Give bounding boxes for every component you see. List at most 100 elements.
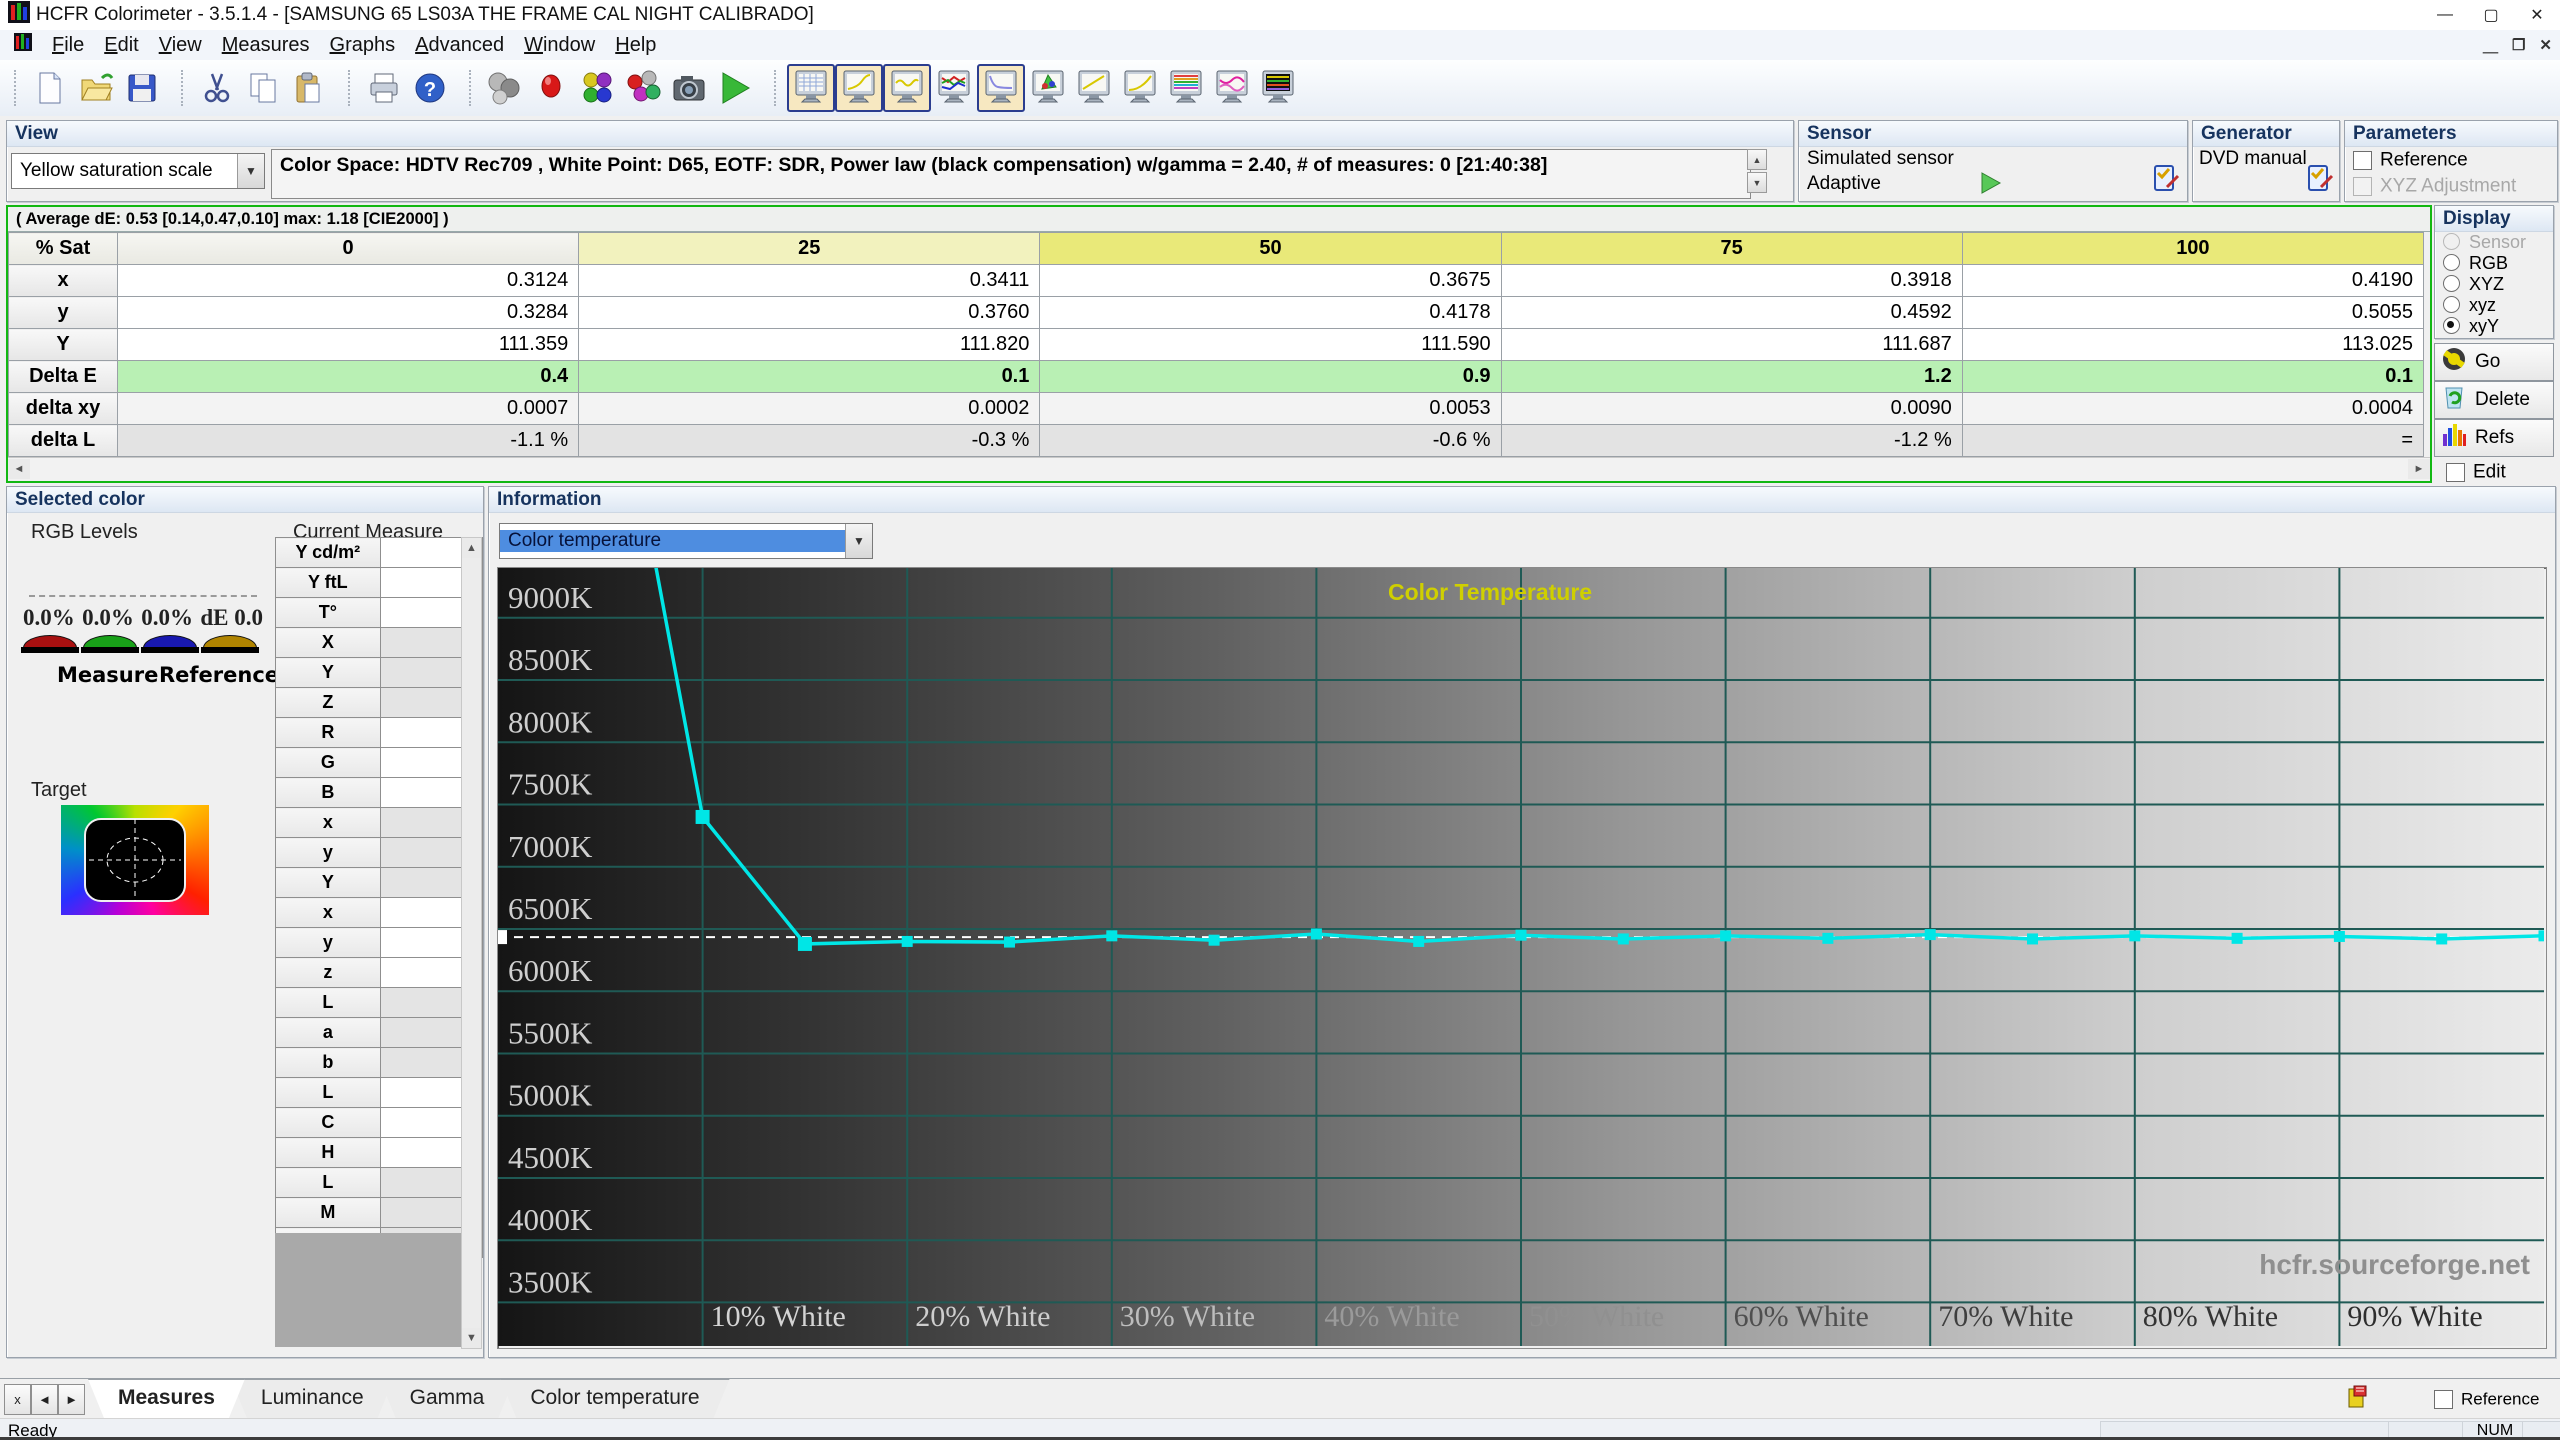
- radio-icon[interactable]: [2443, 296, 2460, 313]
- tab-measures[interactable]: Measures: [88, 1379, 245, 1418]
- tab-gamma[interactable]: Gamma: [380, 1379, 515, 1418]
- grid-cell[interactable]: 0.4592: [1501, 297, 1962, 329]
- radio-icon[interactable]: [2443, 254, 2460, 271]
- view-response-icon[interactable]: [1209, 65, 1255, 111]
- graph-type-select[interactable]: Color temperature ▼: [499, 523, 873, 559]
- paste-icon[interactable]: [286, 65, 332, 111]
- cut-icon[interactable]: [194, 65, 240, 111]
- grid-cell[interactable]: 111.359: [118, 329, 579, 361]
- grid-cell[interactable]: -0.3 %: [579, 425, 1040, 457]
- radio-icon[interactable]: [2443, 275, 2460, 292]
- display-option-rgb[interactable]: RGB: [2435, 253, 2553, 274]
- grid-cell[interactable]: 111.590: [1040, 329, 1501, 361]
- grid-cell[interactable]: 0.4: [118, 361, 579, 393]
- grid-cell[interactable]: 0.0007: [118, 393, 579, 425]
- print-icon[interactable]: [361, 65, 407, 111]
- grid-cell[interactable]: 0.3124: [118, 265, 579, 297]
- tab-next-icon[interactable]: ►: [58, 1384, 85, 1415]
- new-document-icon[interactable]: [27, 65, 73, 111]
- close-button[interactable]: ✕: [2514, 0, 2560, 30]
- menu-help[interactable]: Help: [605, 31, 666, 60]
- sensor-config-icon[interactable]: [2151, 163, 2181, 199]
- grid-col-header-0[interactable]: 0: [118, 233, 579, 265]
- grid-cell[interactable]: 0.3675: [1040, 265, 1501, 297]
- menu-graphs[interactable]: Graphs: [320, 31, 406, 60]
- menu-advanced[interactable]: Advanced: [405, 31, 514, 60]
- run-measures-icon[interactable]: [712, 65, 758, 111]
- sensor-calibrate-icon[interactable]: [482, 65, 528, 111]
- mdi-restore-button[interactable]: ❐: [2512, 36, 2525, 54]
- display-option-xyy[interactable]: xyY: [2435, 316, 2553, 337]
- help-icon[interactable]: ?: [407, 65, 453, 111]
- scale-select[interactable]: Yellow saturation scale ▼: [11, 153, 265, 189]
- spinner-up-icon[interactable]: ▲: [1747, 149, 1767, 170]
- grid-cell[interactable]: =: [1962, 425, 2423, 457]
- scroll-down-icon[interactable]: ▼: [462, 1328, 481, 1348]
- grid-cell[interactable]: 0.1: [579, 361, 1040, 393]
- grid-cell[interactable]: 0.0002: [579, 393, 1040, 425]
- menu-view[interactable]: View: [149, 31, 212, 60]
- measures-table[interactable]: % Sat0255075100x0.31240.34110.36750.3918…: [8, 232, 2424, 457]
- view-saturation-icon[interactable]: [1163, 65, 1209, 111]
- view-cie-chart-icon[interactable]: [1025, 65, 1071, 111]
- grid-cell[interactable]: 1.2: [1501, 361, 1962, 393]
- view-luminance-icon[interactable]: [835, 64, 883, 112]
- tab-color-temperature[interactable]: Color temperature: [500, 1379, 729, 1418]
- save-icon[interactable]: [119, 65, 165, 111]
- grid-cell[interactable]: 111.687: [1501, 329, 1962, 361]
- tab-prev-icon[interactable]: ◄: [31, 1384, 58, 1415]
- grid-cell[interactable]: 0.0090: [1501, 393, 1962, 425]
- tab-close-icon[interactable]: x: [4, 1384, 31, 1415]
- refs-button[interactable]: Refs: [2434, 419, 2554, 457]
- grid-col-header-75[interactable]: 75: [1501, 233, 1962, 265]
- menu-measures[interactable]: Measures: [212, 31, 320, 60]
- view-measures-grid-icon[interactable]: [787, 64, 835, 112]
- measure-colors-icon[interactable]: [620, 65, 666, 111]
- view-rgb-levels-icon[interactable]: [931, 65, 977, 111]
- tab-luminance[interactable]: Luminance: [231, 1379, 394, 1418]
- grid-cell[interactable]: 0.3760: [579, 297, 1040, 329]
- go-button[interactable]: Go: [2434, 343, 2554, 381]
- grid-col-header-100[interactable]: 100: [1962, 233, 2423, 265]
- grid-cell[interactable]: 0.3411: [579, 265, 1040, 297]
- view-free-measures-icon[interactable]: [1255, 65, 1301, 111]
- edit-checkbox[interactable]: [2446, 463, 2465, 482]
- snapshot-camera-icon[interactable]: [666, 65, 712, 111]
- view-color-temp-icon[interactable]: [977, 64, 1025, 112]
- grid-col-header-50[interactable]: 50: [1040, 233, 1501, 265]
- mdi-close-button[interactable]: ✕: [2539, 36, 2552, 54]
- grid-cell[interactable]: 0.0004: [1962, 393, 2423, 425]
- grid-cell[interactable]: 0.5055: [1962, 297, 2423, 329]
- scroll-left-icon[interactable]: ◄: [8, 459, 30, 479]
- measure-red-icon[interactable]: [528, 65, 574, 111]
- grid-cell[interactable]: -1.1 %: [118, 425, 579, 457]
- grid-cell[interactable]: 113.025: [1962, 329, 2423, 361]
- grid-cell[interactable]: 0.9: [1040, 361, 1501, 393]
- display-option-xyz[interactable]: XYZ: [2435, 274, 2553, 295]
- grid-cell[interactable]: 0.3284: [118, 297, 579, 329]
- measure-table-vscrollbar[interactable]: ▲ ▼: [461, 537, 482, 1349]
- reference-checkbox[interactable]: [2353, 151, 2372, 170]
- spinner-down-icon[interactable]: ▼: [1747, 172, 1767, 193]
- grid-cell[interactable]: 0.1: [1962, 361, 2423, 393]
- grid-cell[interactable]: -0.6 %: [1040, 425, 1501, 457]
- reference-view-checkbox[interactable]: [2434, 1390, 2453, 1409]
- display-option-xyz[interactable]: xyz: [2435, 295, 2553, 316]
- grid-cell[interactable]: 0.4190: [1962, 265, 2423, 297]
- view-luminance-histo-icon[interactable]: [1117, 65, 1163, 111]
- copy-icon[interactable]: [240, 65, 286, 111]
- grid-cell[interactable]: 111.820: [579, 329, 1040, 361]
- minimize-button[interactable]: —: [2422, 0, 2468, 30]
- generator-config-icon[interactable]: [2305, 163, 2335, 199]
- delete-button[interactable]: Delete: [2434, 381, 2554, 419]
- grid-cell[interactable]: 0.4178: [1040, 297, 1501, 329]
- grid-cell[interactable]: -1.2 %: [1501, 425, 1962, 457]
- view-neargray-icon[interactable]: [1071, 65, 1117, 111]
- maximize-button[interactable]: ▢: [2468, 0, 2514, 30]
- grid-hscrollbar[interactable]: ◄ ►: [8, 457, 2430, 480]
- scroll-up-icon[interactable]: ▲: [462, 538, 481, 558]
- chevron-down-icon[interactable]: ▼: [237, 154, 264, 188]
- sensor-play-icon[interactable]: [1979, 171, 2003, 201]
- grid-cell[interactable]: 0.3918: [1501, 265, 1962, 297]
- grid-cell[interactable]: 0.0053: [1040, 393, 1501, 425]
